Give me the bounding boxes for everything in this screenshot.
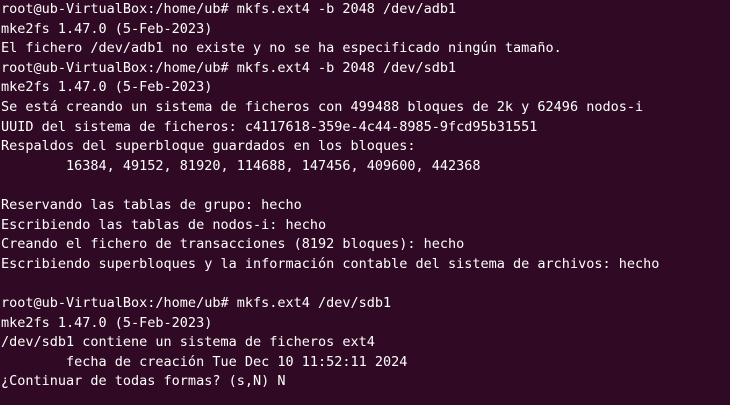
terminal-line: 16384, 49152, 81920, 114688, 147456, 409… <box>1 157 481 174</box>
terminal-line: mke2fs 1.47.0 (5-Feb-2023) <box>1 20 213 37</box>
terminal-line: mke2fs 1.47.0 (5-Feb-2023) <box>1 79 213 96</box>
terminal-line: root@ub-VirtualBox:/home/ub# mkfs.ext4 -… <box>1 59 457 76</box>
terminal-line: root@ub-VirtualBox:/home/ub# mkfs.ext4 /… <box>1 294 392 311</box>
terminal-line: Respaldos del superbloque guardados en l… <box>1 138 416 155</box>
terminal-line: El fichero /dev/adb1 no existe y no se h… <box>1 40 562 57</box>
terminal-line: Escribiendo las tablas de nodos-i: hecho <box>1 216 327 233</box>
terminal-line: /dev/sdb1 contiene un sistema de fichero… <box>1 334 375 351</box>
terminal-line: Reservando las tablas de grupo: hecho <box>1 196 302 213</box>
terminal-line: UUID del sistema de ficheros: c4117618-3… <box>1 118 538 135</box>
terminal-line: Creando el fichero de transacciones (819… <box>1 236 465 253</box>
terminal-line: Se está creando un sistema de ficheros c… <box>1 98 644 115</box>
terminal-line: fecha de creación Tue Dec 10 11:52:11 20… <box>1 353 408 370</box>
terminal-prompt-line[interactable]: ¿Continuar de todas formas? (s,N) N <box>1 372 730 392</box>
terminal-line: root@ub-VirtualBox:/home/ub# mkfs.ext4 -… <box>1 1 457 17</box>
terminal-line: Escribiendo superbloques y la informació… <box>1 255 660 272</box>
terminal-window[interactable]: root@ub-VirtualBox:/home/ub# mkfs.ext4 -… <box>0 0 730 405</box>
terminal-line: mke2fs 1.47.0 (5-Feb-2023) <box>1 314 213 331</box>
